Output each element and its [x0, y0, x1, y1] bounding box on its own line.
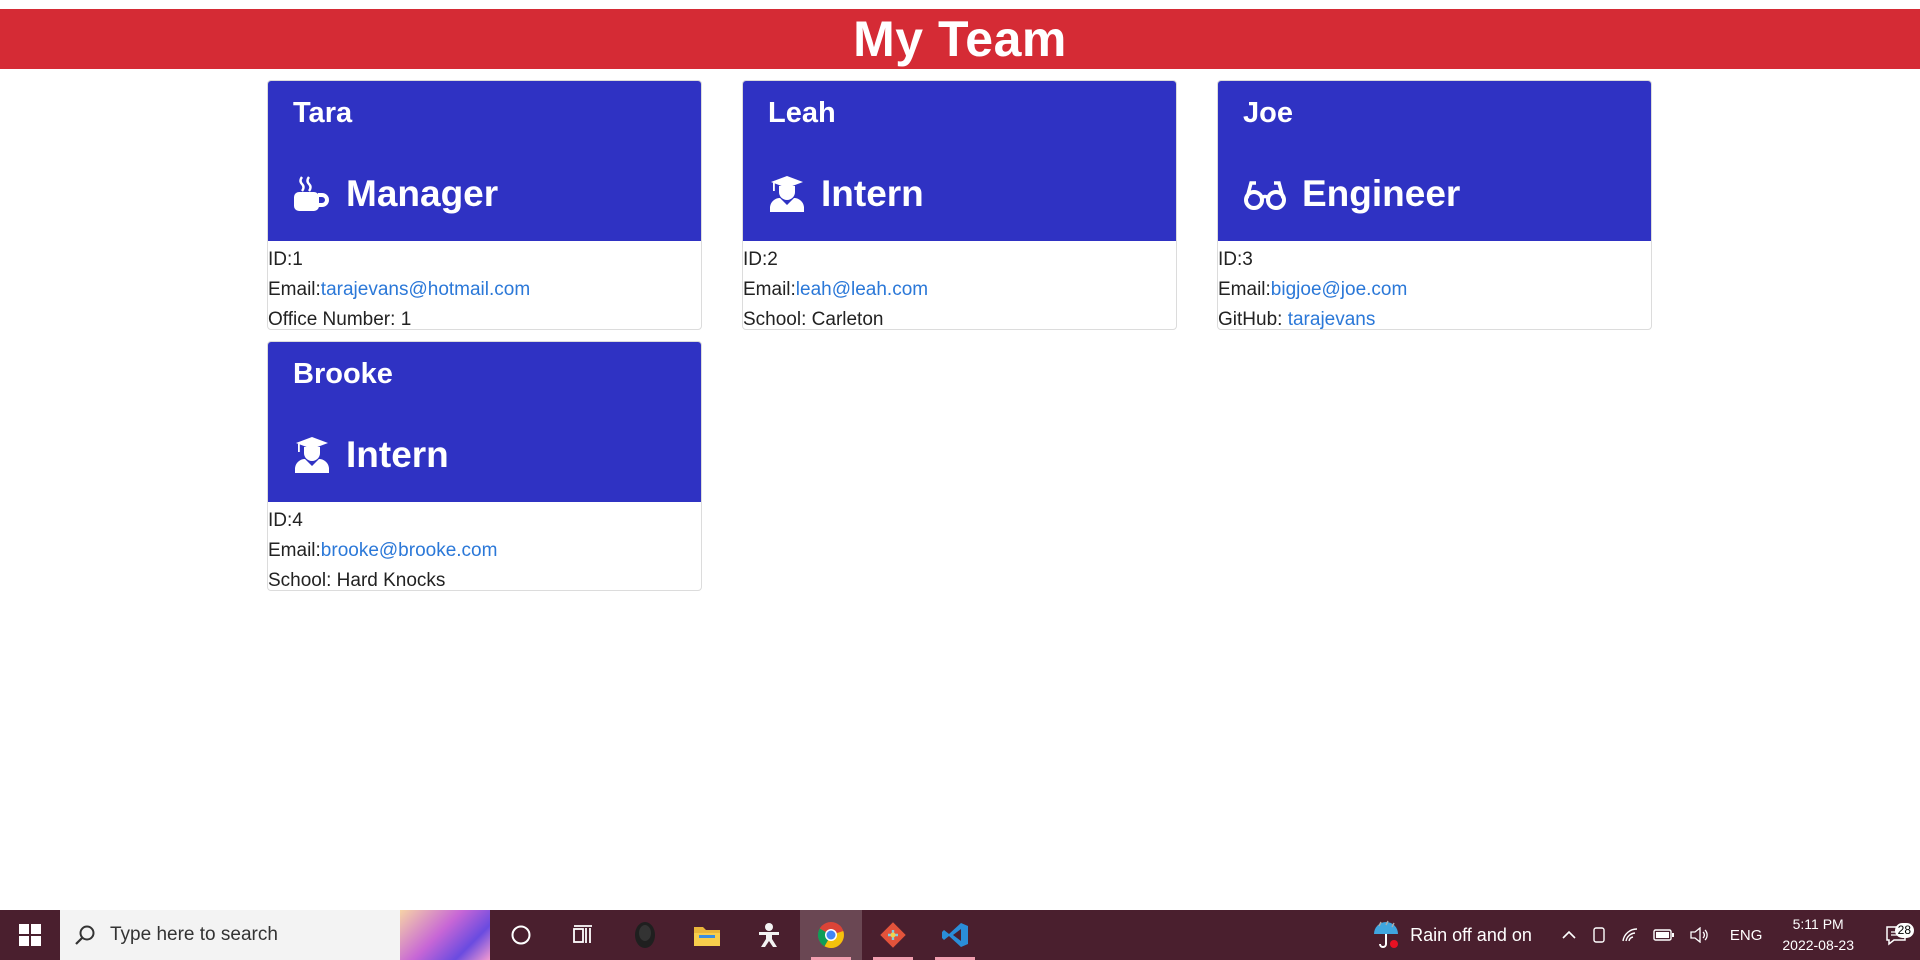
card-header: Brooke Intern: [268, 342, 701, 502]
card-body: ID:3 Email:bigjoe@joe.com GitHub: taraje…: [1218, 241, 1651, 330]
employee-role: Intern: [293, 434, 449, 476]
card-body: ID:2 Email:leah@leah.com School: Carleto…: [743, 241, 1176, 330]
email-label: Email:: [268, 279, 321, 300]
employee-id: ID:4: [268, 510, 303, 531]
chevron-up-icon[interactable]: [1561, 927, 1577, 943]
employee-email-row: Email:brooke@brooke.com: [268, 536, 701, 566]
employee-card: Joe Engineer ID:3 Email:bigjoe@joe.com G…: [1217, 80, 1652, 330]
notification-center-button[interactable]: 28: [1872, 923, 1920, 946]
employee-name: Brooke: [293, 358, 393, 390]
card-header: Joe Engineer: [1218, 81, 1651, 241]
clock-date: 2022-08-23: [1782, 937, 1854, 953]
card-body: ID:4 Email:brooke@brooke.com School: Har…: [268, 502, 701, 591]
email-link[interactable]: bigjoe@joe.com: [1271, 279, 1408, 300]
office-number: Office Number: 1: [268, 309, 412, 330]
role-label: Intern: [821, 173, 924, 214]
email-link[interactable]: brooke@brooke.com: [321, 540, 498, 561]
card-header: Leah Intern: [743, 81, 1176, 241]
search-placeholder: Type here to search: [110, 924, 278, 945]
weather-text: Rain off and on: [1410, 924, 1532, 945]
git-icon[interactable]: [862, 910, 924, 960]
github-link[interactable]: tarajevans: [1288, 309, 1376, 329]
file-explorer-icon[interactable]: [676, 910, 738, 960]
employee-card: Leah Intern ID:2 Email:leah@leah.com Sch…: [742, 80, 1177, 330]
page-header: My Team: [0, 9, 1920, 69]
employee-role: Intern: [768, 173, 924, 215]
email-label: Email:: [1218, 279, 1271, 300]
employee-name: Tara: [293, 97, 353, 129]
glasses-icon: [1243, 175, 1287, 213]
employee-id: ID:3: [1218, 249, 1253, 270]
card-header: Tara Manager: [268, 81, 701, 241]
chrome-icon[interactable]: [800, 910, 862, 960]
search-highlight-image: [400, 910, 490, 960]
employee-card: Tara Manager ID:1 Email:tarajevans@hotma…: [267, 80, 702, 330]
umbrella-rain-icon: [1372, 920, 1400, 950]
card-body: ID:1 Email:tarajevans@hotmail.com Office…: [268, 241, 701, 330]
employee-email-row: Email:leah@leah.com: [743, 275, 1176, 305]
email-link[interactable]: tarajevans@hotmail.com: [321, 279, 530, 300]
search-icon: [74, 924, 96, 946]
clock[interactable]: 5:11 PM 2022-08-23: [1782, 914, 1854, 956]
role-label: Intern: [346, 434, 449, 475]
windows-icon: [19, 924, 41, 946]
task-view-icon[interactable]: [552, 910, 614, 960]
taskbar-search[interactable]: Type here to search: [60, 910, 490, 960]
figure-app-icon[interactable]: [738, 910, 800, 960]
role-label: Engineer: [1302, 173, 1461, 214]
employee-id: ID:2: [743, 249, 778, 270]
graduate-icon: [768, 175, 806, 213]
email-link[interactable]: leah@leah.com: [796, 279, 928, 300]
taskbar: Type here to search Rain off and on ENG …: [0, 910, 1920, 960]
weather-widget[interactable]: Rain off and on: [1372, 920, 1532, 950]
github-label: GitHub:: [1218, 309, 1288, 330]
employee-id: ID:1: [268, 249, 303, 270]
employee-role: Engineer: [1243, 173, 1460, 215]
speaker-icon[interactable]: [1689, 927, 1709, 943]
language-indicator[interactable]: ENG: [1730, 927, 1763, 944]
email-label: Email:: [268, 540, 321, 561]
employee-card: Brooke Intern ID:4 Email:brooke@brooke.c…: [267, 341, 702, 591]
meet-now-icon[interactable]: [1591, 926, 1607, 944]
vscode-icon[interactable]: [924, 910, 986, 960]
top-strip: [0, 0, 1920, 9]
employee-email-row: Email:tarajevans@hotmail.com: [268, 275, 701, 305]
cortana-icon[interactable]: [490, 910, 552, 960]
clock-time: 5:11 PM: [1792, 916, 1844, 932]
school: School: Carleton: [743, 309, 884, 330]
start-button[interactable]: [0, 910, 60, 960]
battery-icon[interactable]: [1653, 928, 1675, 942]
coffee-mug-icon: [293, 175, 331, 213]
role-label: Manager: [346, 173, 499, 214]
wifi-icon[interactable]: [1621, 927, 1639, 943]
email-label: Email:: [743, 279, 796, 300]
employee-name: Joe: [1243, 97, 1293, 129]
employee-name: Leah: [768, 97, 836, 129]
app-icon[interactable]: [614, 910, 676, 960]
graduate-icon: [293, 436, 331, 474]
notification-count: 28: [1894, 923, 1914, 938]
school: School: Hard Knocks: [268, 570, 446, 591]
page-title: My Team: [853, 11, 1067, 67]
employee-email-row: Email:bigjoe@joe.com: [1218, 275, 1651, 305]
employee-role: Manager: [293, 173, 498, 215]
system-tray: Rain off and on ENG 5:11 PM 2022-08-23 2…: [1372, 910, 1920, 960]
github-row: GitHub: tarajevans: [1218, 305, 1651, 330]
